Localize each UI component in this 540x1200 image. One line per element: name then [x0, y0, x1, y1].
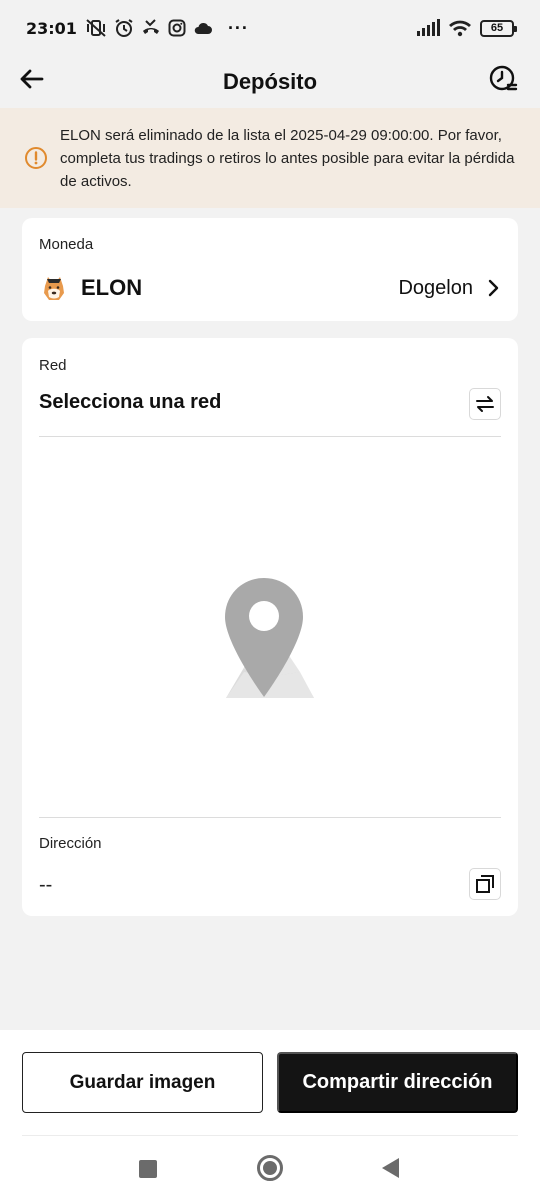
- battery-level: 65: [490, 22, 504, 34]
- status-time: 23:01: [26, 18, 77, 38]
- network-selector[interactable]: Selecciona una red: [39, 391, 221, 414]
- save-image-button[interactable]: Guardar imagen: [22, 1052, 263, 1113]
- coin-label: Moneda: [39, 236, 94, 253]
- coin-selector[interactable]: ELON Dogelon: [39, 271, 501, 305]
- coin-name: Dogelon: [398, 276, 473, 299]
- app-header: Depósito: [0, 56, 540, 108]
- elon-coin-logo-icon: [39, 273, 69, 303]
- address-label: Dirección: [39, 835, 102, 852]
- delisting-notice-banner: ELON será eliminado de la lista el 2025-…: [0, 108, 540, 208]
- back-arrow-icon[interactable]: [16, 64, 46, 94]
- coin-symbol: ELON: [81, 275, 143, 300]
- network-card: Red Selecciona una red Dirección --: [22, 338, 518, 916]
- address-value: --: [39, 874, 53, 896]
- status-system-icons: 65: [416, 19, 517, 37]
- location-pin-placeholder-icon: [225, 578, 314, 698]
- history-clock-icon[interactable]: [488, 64, 518, 94]
- battery-indicator: 65: [480, 19, 517, 37]
- notice-text: ELON será eliminado de la lista el 2025-…: [60, 126, 515, 190]
- network-label: Red: [39, 357, 67, 374]
- footer-divider: [22, 1135, 518, 1136]
- wifi-icon: [449, 20, 471, 37]
- switch-network-button[interactable]: [469, 388, 501, 420]
- back-triangle-icon[interactable]: [382, 1158, 399, 1178]
- footer-actions: Guardar imagen Compartir dirección: [0, 1030, 540, 1200]
- coin-card: Moneda ELON Dogelon: [22, 218, 518, 321]
- status-notification-icons: ···: [85, 18, 249, 39]
- recent-apps-icon[interactable]: [139, 1160, 157, 1178]
- instagram-icon: [168, 19, 186, 37]
- alarm-icon: [115, 19, 133, 37]
- copy-icon: [476, 875, 494, 893]
- chevron-right-icon: [488, 279, 499, 297]
- warning-icon: [25, 147, 47, 169]
- swap-arrows-icon: [476, 396, 494, 412]
- home-icon[interactable]: [257, 1155, 283, 1181]
- status-bar: 23:01 ··· 65: [0, 0, 540, 56]
- cloud-icon: [194, 22, 212, 34]
- missed-call-icon: [142, 19, 159, 34]
- system-nav-bar: [0, 1145, 540, 1200]
- copy-address-button[interactable]: [469, 868, 501, 900]
- share-address-button[interactable]: Compartir dirección: [277, 1052, 518, 1113]
- page-title: Depósito: [222, 69, 318, 94]
- network-divider: [39, 436, 501, 437]
- signal-icon: [417, 19, 440, 36]
- more-dots-icon: ···: [227, 17, 249, 38]
- address-divider: [39, 817, 501, 818]
- mute-vibrate-icon: [86, 19, 106, 37]
